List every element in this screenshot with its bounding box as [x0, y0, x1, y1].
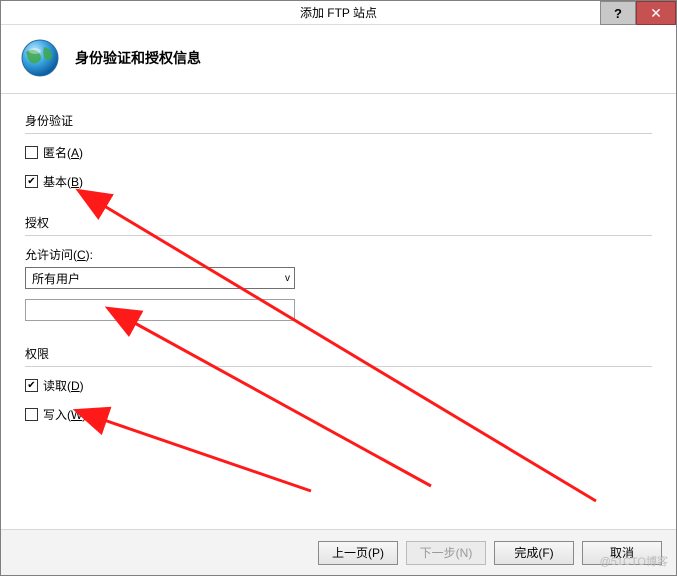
- help-button[interactable]: ?: [600, 1, 636, 25]
- authorization-section: 授权 允许访问(C): 所有用户 v: [25, 214, 652, 321]
- authentication-title: 身份验证: [25, 112, 652, 129]
- select-value: 所有用户: [32, 270, 80, 287]
- anonymous-checkbox[interactable]: [25, 146, 38, 159]
- page-title: 身份验证和授权信息: [75, 48, 201, 68]
- permissions-title: 权限: [25, 345, 652, 362]
- write-label: 写入(W): [43, 406, 86, 423]
- allow-access-select[interactable]: 所有用户 v: [25, 267, 295, 289]
- cancel-button[interactable]: 取消: [582, 541, 662, 565]
- window-title: 添加 FTP 站点: [1, 1, 676, 25]
- authentication-section: 身份验证 匿名(A) 基本(B): [25, 112, 652, 190]
- dialog-window: 添加 FTP 站点 ? ✕ 身份验证和授权信息 身份验证: [0, 0, 677, 576]
- basic-row[interactable]: 基本(B): [25, 173, 652, 190]
- read-label: 读取(D): [43, 377, 84, 394]
- title-bar: 添加 FTP 站点 ? ✕: [1, 1, 676, 25]
- read-checkbox[interactable]: [25, 379, 38, 392]
- previous-button[interactable]: 上一页(P): [318, 541, 398, 565]
- anonymous-label: 匿名(A): [43, 144, 83, 161]
- finish-button[interactable]: 完成(F): [494, 541, 574, 565]
- wizard-footer: 上一页(P) 下一步(N) 完成(F) 取消: [1, 529, 676, 575]
- next-button: 下一步(N): [406, 541, 486, 565]
- basic-label: 基本(B): [43, 173, 83, 190]
- chevron-down-icon: v: [285, 273, 290, 284]
- divider: [25, 133, 652, 134]
- wizard-header: 身份验证和授权信息: [1, 25, 676, 94]
- anonymous-row[interactable]: 匿名(A): [25, 144, 652, 161]
- authorization-title: 授权: [25, 214, 652, 231]
- read-row[interactable]: 读取(D): [25, 377, 652, 394]
- close-button[interactable]: ✕: [636, 1, 676, 25]
- divider: [25, 235, 652, 236]
- write-checkbox[interactable]: [25, 408, 38, 421]
- window-buttons: ? ✕: [600, 1, 676, 25]
- users-textbox[interactable]: [25, 299, 295, 321]
- permissions-section: 权限 读取(D) 写入(W): [25, 345, 652, 423]
- basic-checkbox[interactable]: [25, 175, 38, 188]
- write-row[interactable]: 写入(W): [25, 406, 652, 423]
- globe-icon: [19, 37, 61, 79]
- allow-access-label: 允许访问(C):: [25, 246, 652, 263]
- divider: [25, 366, 652, 367]
- content-area: 身份验证 匿名(A) 基本(B) 授权 允许访问(C): 所有用户 v 权限: [1, 94, 676, 423]
